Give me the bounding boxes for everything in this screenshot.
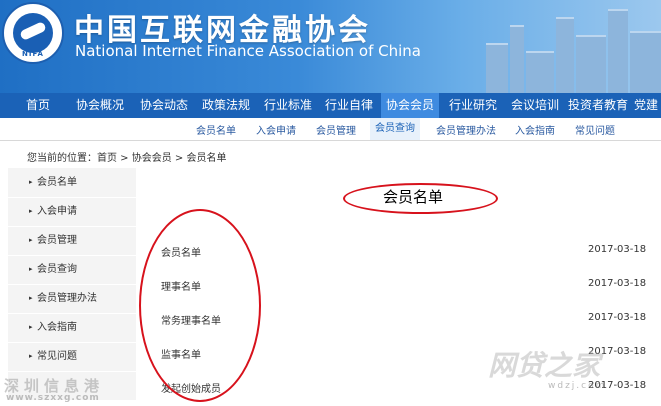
sidebar-item-member-list[interactable]: ▸ 会员名单: [8, 168, 136, 198]
logo-text: NIFA: [22, 50, 44, 58]
subnav-item-rules[interactable]: 会员管理办法: [436, 122, 496, 137]
sidebar: ▸ 会员名单 ▸ 入会申请 ▸ 会员管理 ▸ 会员查询 ▸ 会员管理办法 ▸ 入…: [8, 168, 136, 400]
list-item-date: 2017-03-18: [588, 312, 647, 323]
sidebar-item-label: 入会申请: [37, 206, 77, 217]
subnav-item-query[interactable]: 会员查询: [370, 118, 420, 140]
nav-item-investor-education[interactable]: 投资者教育: [566, 93, 630, 118]
watermark-right: 网贷之家: [488, 349, 601, 382]
skyline-image: [476, 0, 661, 93]
sidebar-item-management[interactable]: ▸ 会员管理: [8, 226, 136, 256]
sidebar-item-faq[interactable]: ▸ 常见问题: [8, 342, 136, 372]
bullet-arrow-icon: ▸: [29, 236, 33, 244]
bullet-arrow-icon: ▸: [29, 352, 33, 360]
nav-item-self-regulation[interactable]: 行业自律: [320, 93, 378, 118]
nav-item-party[interactable]: 党建: [634, 93, 661, 118]
watermark-left-url: www.szxxg.com: [6, 393, 100, 403]
nav-item-standards[interactable]: 行业标准: [258, 93, 318, 118]
subnav-item-faq[interactable]: 常见问题: [575, 122, 615, 137]
nav-item-news[interactable]: 协会动态: [134, 93, 194, 118]
bullet-arrow-icon: ▸: [29, 265, 33, 273]
sidebar-item-label: 会员管理办法: [37, 293, 97, 304]
subnav-item-member-list[interactable]: 会员名单: [196, 122, 236, 137]
sidebar-item-apply[interactable]: ▸ 入会申请: [8, 197, 136, 227]
nav-item-home[interactable]: 首页: [16, 93, 60, 118]
bullet-arrow-icon: ▸: [29, 178, 33, 186]
nav-item-research[interactable]: 行业研究: [444, 93, 502, 118]
site-banner: NIFA 中国互联网金融协会 National Internet Finance…: [0, 0, 661, 93]
sub-nav: 会员名单 入会申请 会员管理 会员查询 会员管理办法 入会指南 常见问题: [0, 118, 661, 141]
title-highlight-annotation: [343, 183, 498, 214]
sidebar-item-label: 会员管理: [37, 235, 77, 246]
sidebar-item-label: 会员名单: [37, 177, 77, 188]
bullet-arrow-icon: ▸: [29, 323, 33, 331]
sidebar-item-label: 入会指南: [37, 322, 77, 333]
nav-item-members[interactable]: 协会会员: [381, 93, 439, 118]
subnav-item-apply[interactable]: 入会申请: [256, 122, 296, 137]
list-item-date: 2017-03-18: [588, 244, 647, 255]
watermark-right-url: wdzj.com: [548, 381, 607, 391]
nav-item-policy[interactable]: 政策法规: [196, 93, 256, 118]
site-title-en: National Internet Finance Association of…: [75, 42, 422, 60]
breadcrumb[interactable]: 您当前的位置：首页 > 协会会员 > 会员名单: [27, 149, 226, 164]
bullet-arrow-icon: ▸: [29, 207, 33, 215]
subnav-item-management[interactable]: 会员管理: [316, 122, 356, 137]
sidebar-item-guide[interactable]: ▸ 入会指南: [8, 313, 136, 343]
nav-item-about[interactable]: 协会概况: [70, 93, 130, 118]
subnav-item-guide[interactable]: 入会指南: [515, 122, 555, 137]
sidebar-item-label: 常见问题: [37, 351, 77, 362]
sidebar-item-query[interactable]: ▸ 会员查询: [8, 255, 136, 285]
main-nav: 首页 协会概况 协会动态 政策法规 行业标准 行业自律 协会会员 行业研究 会议…: [0, 93, 661, 118]
list-item-date: 2017-03-18: [588, 278, 647, 289]
nav-item-training[interactable]: 会议培训: [506, 93, 564, 118]
sidebar-item-label: 会员查询: [37, 264, 77, 275]
sidebar-item-rules[interactable]: ▸ 会员管理办法: [8, 284, 136, 314]
bullet-arrow-icon: ▸: [29, 294, 33, 302]
nifa-logo[interactable]: NIFA: [2, 2, 64, 64]
list-highlight-annotation: [139, 209, 261, 402]
